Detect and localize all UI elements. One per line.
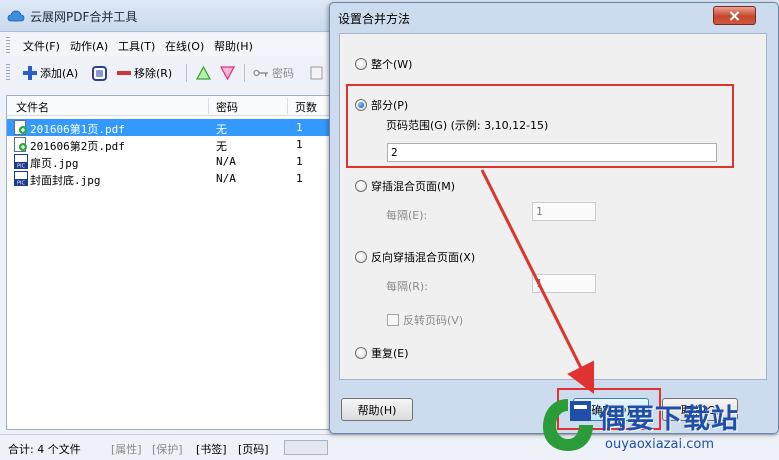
add-button-label: 添加(A) [40,67,79,80]
dialog-title: 设置合并方法 [338,12,411,26]
option-repeat-label: 重复(E) [371,347,409,360]
radio-whole[interactable] [355,58,367,70]
triangle-down-icon [220,66,235,80]
watermark-text: 偶要下载站 [599,404,739,435]
progress-bar [284,440,328,455]
plus-icon [23,66,37,80]
option-whole-label: 整个(W) [371,58,413,71]
status-pages[interactable]: [页码] [238,441,269,457]
option-interleave-label: 穿插混合页面(M) [371,180,456,193]
reverse-every-input[interactable]: 1 [532,274,596,293]
status-bookmark[interactable]: [书签] [196,441,227,457]
option-reverse-interleave-label: 反向穿插混合页面(X) [371,251,476,264]
remove-button-label: 移除(R) [134,67,173,80]
menu-help[interactable]: 帮助(H) [214,38,253,54]
password-button[interactable]: 密码 [253,63,294,83]
file-name: 201606第1页.pdf [30,123,125,136]
menubar: 文件(F) 动作(A) 工具(T) 在线(O) 帮助(H) [6,34,326,56]
watermark-logo-icon [543,399,593,451]
list-header: 文件名 密码 页数 [7,96,329,116]
picture-file-icon: PIC [14,171,28,186]
svg-text:PIC: PIC [17,180,25,186]
file-name: 201606第2页.pdf [30,140,125,153]
picture-file-icon: PIC [14,154,28,169]
option-reverse-pages-label: 反转页码(V) [403,314,464,327]
close-icon [729,10,740,21]
file-name: 封面封底.jpg [30,174,101,187]
page-range-input[interactable]: 2 [387,143,717,162]
file-pages: 1 [296,138,303,151]
radio-repeat[interactable] [355,347,367,359]
table-row[interactable]: 201606第2页.pdf 无 1 [7,136,329,153]
option-interleave[interactable]: 穿插混合页面(M) [355,178,455,194]
cloud-icon [7,10,25,22]
file-name: 扉页.jpg [30,157,79,170]
remove-button[interactable]: 移除(R) [117,63,172,83]
option-reverse-pages[interactable]: 反转页码(V) [387,312,463,328]
window-title: 云展网PDF合并工具 [30,10,138,24]
file-password: 无 [216,140,227,153]
toolbar-extra-button[interactable] [310,63,323,83]
radio-interleave[interactable] [355,180,367,192]
status-protect[interactable]: [保护] [152,441,183,457]
column-divider[interactable] [287,98,288,114]
column-header-filename[interactable]: 文件名 [16,99,49,115]
merge-method-dialog: 设置合并方法 整个(W) 部分(P) 页码范围(G) (示例: 3,10,12-… [329,2,779,434]
svg-text:PIC: PIC [17,163,25,169]
status-properties[interactable]: [属性] [111,441,142,457]
move-down-button[interactable] [220,63,235,83]
file-pages: 1 [296,155,303,168]
watermark-url: ouyaoxiazai.com [605,437,714,452]
status-file-count: 合计: 4 个文件 [8,443,81,456]
document-icon [310,66,323,80]
file-password: 无 [216,123,227,136]
file-pages: 1 [296,121,303,134]
minus-icon [117,71,131,75]
toolbar-grip[interactable] [6,64,10,82]
watermark: 偶要下载站 ouyaoxiazai.com [535,393,775,459]
toolbar-separator [244,64,245,82]
table-row[interactable]: 201606第1页.pdf 无 1 [7,119,329,136]
help-button[interactable]: 帮助(H) [341,398,413,421]
triangle-up-icon [196,66,211,80]
column-header-password[interactable]: 密码 [216,99,238,115]
option-repeat[interactable]: 重复(E) [355,345,409,361]
menu-action[interactable]: 动作(A) [70,38,108,54]
move-up-button[interactable] [196,63,211,83]
option-partial-label: 部分(P) [371,99,409,112]
menu-tools[interactable]: 工具(T) [118,38,155,54]
pdf-file-icon [14,137,27,152]
properties-button[interactable] [92,63,107,83]
radio-partial[interactable] [355,99,367,111]
menubar-grip[interactable] [6,37,10,53]
file-list[interactable]: 文件名 密码 页数 201606第1页.pdf 无 1 201606第2页.pd… [6,95,330,430]
interleave-every-input[interactable]: 1 [532,202,596,221]
password-button-label: 密码 [272,67,294,80]
file-password: N/A [216,172,236,185]
option-partial[interactable]: 部分(P) [355,97,408,113]
table-row[interactable]: PIC 封面封底.jpg N/A 1 [7,170,329,187]
menu-file[interactable]: 文件(F) [23,38,60,54]
option-reverse-interleave[interactable]: 反向穿插混合页面(X) [355,249,475,265]
column-divider[interactable] [208,98,209,114]
radio-reverse-interleave[interactable] [355,251,367,263]
option-whole[interactable]: 整个(W) [355,56,412,72]
page-range-label: 页码范围(G) (示例: 3,10,12-15) [386,119,549,132]
menu-online[interactable]: 在线(O) [165,38,204,54]
pdf-file-icon [14,120,27,135]
checkbox-reverse-pages[interactable] [387,314,399,326]
table-row[interactable]: PIC 扉页.jpg N/A 1 [7,153,329,170]
reverse-every-label: 每隔(R): [386,280,428,293]
dialog-body: 整个(W) 部分(P) 页码范围(G) (示例: 3,10,12-15) 2 穿… [339,33,767,380]
toolbar: 添加(A) 移除(R) 密码 [6,59,326,87]
key-icon [253,69,268,77]
toolbar-separator [186,64,187,82]
file-pages: 1 [296,172,303,185]
square-frame-icon [92,65,107,81]
dialog-close-button[interactable] [713,6,756,25]
file-password: N/A [216,155,236,168]
column-header-pages[interactable]: 页数 [295,99,317,115]
add-button[interactable]: 添加(A) [23,63,78,83]
interleave-every-label: 每隔(E): [386,209,428,222]
